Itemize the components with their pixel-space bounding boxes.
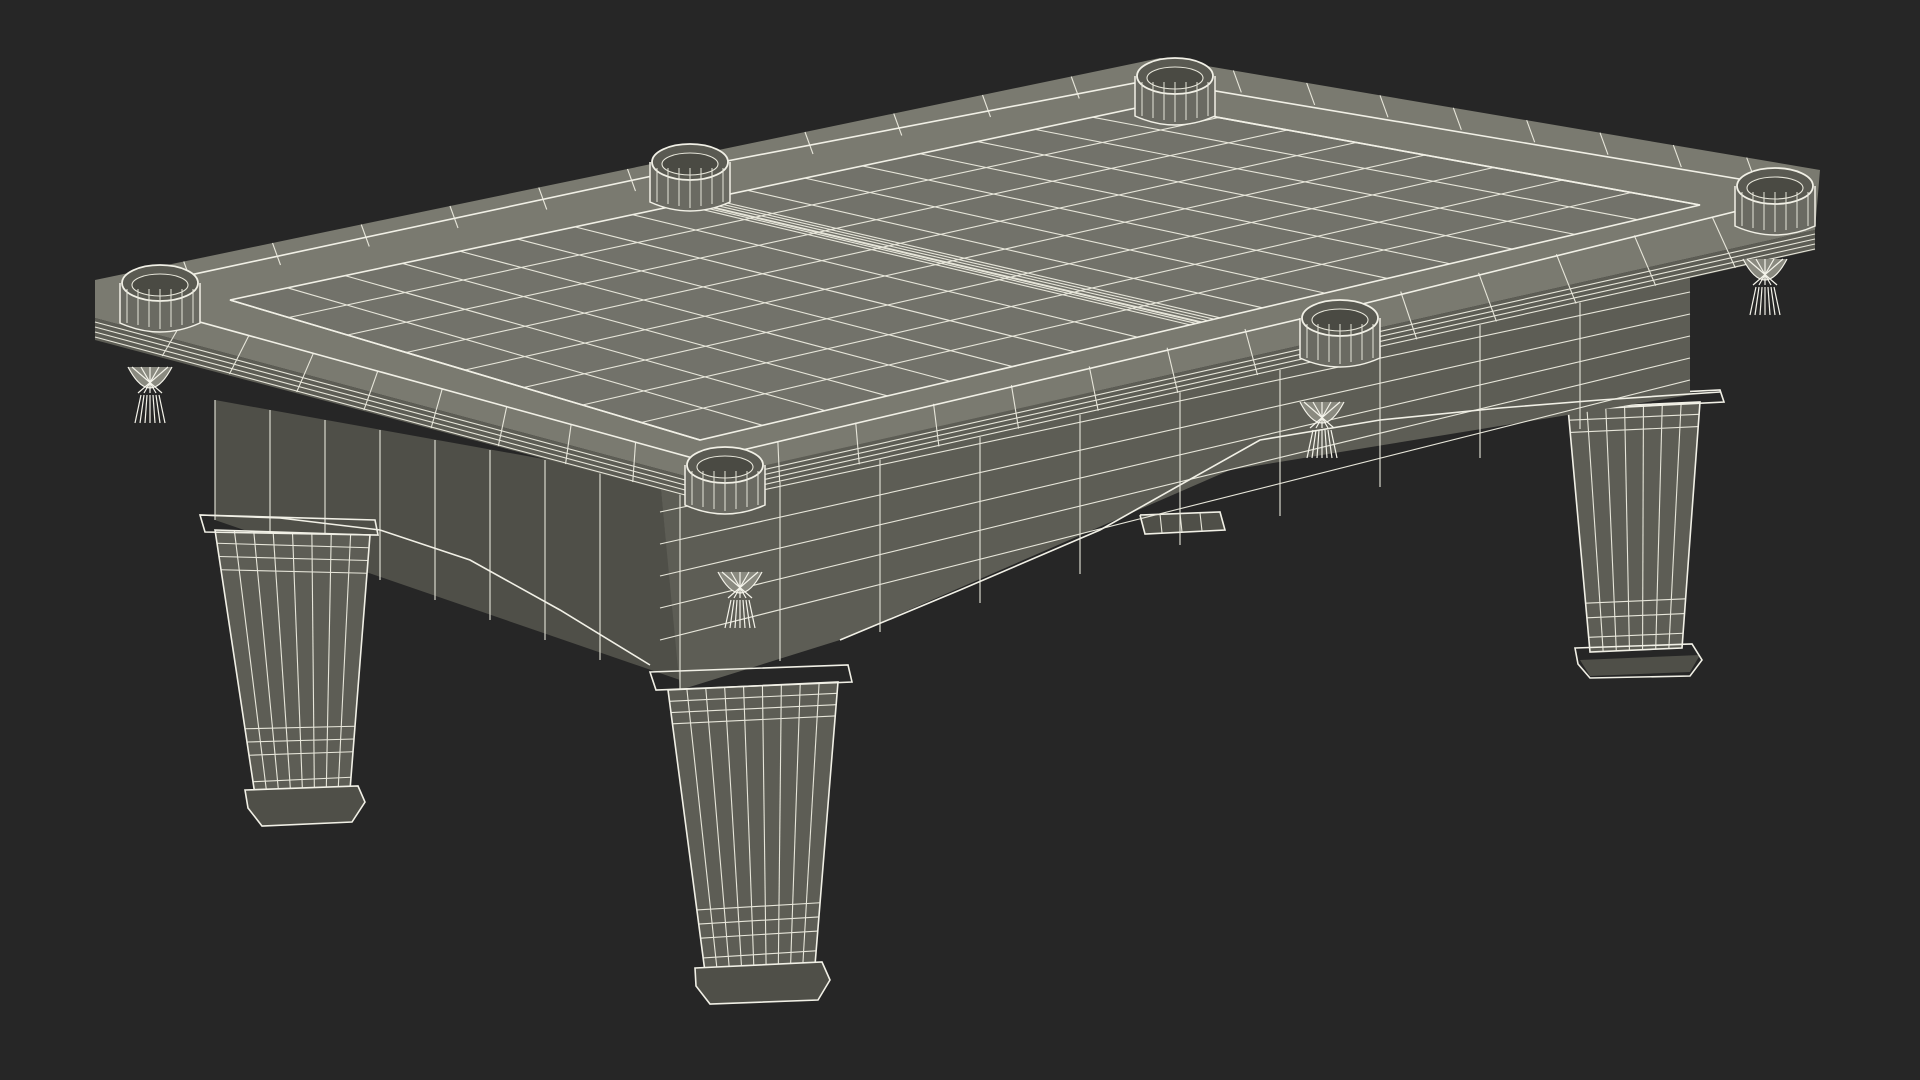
back-right-leg	[1558, 389, 1726, 679]
pocket-back-left	[119, 264, 201, 333]
front-center-leg	[648, 664, 854, 1005]
billiard-table-render	[94, 57, 1820, 1005]
pocket-front-left	[684, 446, 766, 515]
net-back-left	[127, 366, 173, 424]
front-left-leg	[198, 514, 379, 827]
pocket-front-right	[1734, 167, 1816, 236]
pocket-back-center	[649, 143, 731, 212]
pocket-front-center	[1299, 299, 1381, 368]
render-viewport	[0, 0, 1920, 1080]
pocket-back-right	[1134, 57, 1216, 126]
net-back-right	[1742, 258, 1788, 316]
